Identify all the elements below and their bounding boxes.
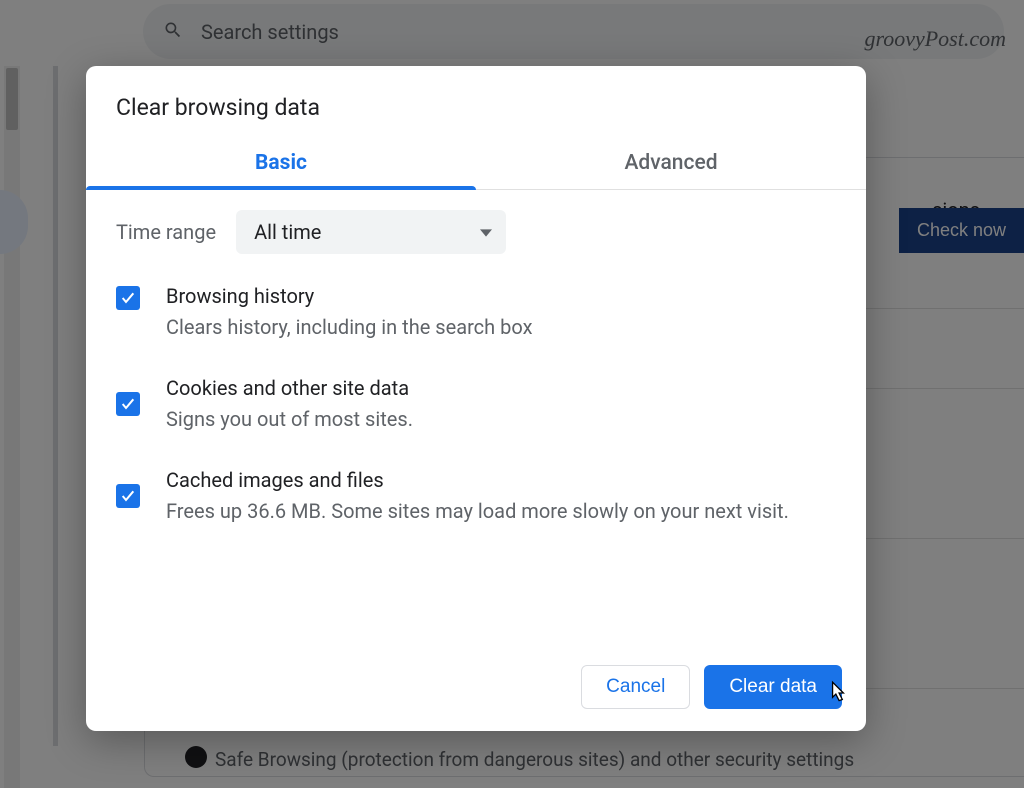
time-range-label: Time range	[116, 220, 216, 244]
tab-basic[interactable]: Basic	[86, 141, 476, 189]
option-cached: Cached images and files Frees up 36.6 MB…	[116, 468, 836, 526]
options-list: Browsing history Clears history, includi…	[116, 284, 836, 526]
clear-browsing-data-dialog: Clear browsing data Basic Advanced Time …	[86, 66, 866, 731]
time-range-row: Time range All time	[116, 210, 836, 254]
option-desc: Signs you out of most sites.	[166, 404, 836, 434]
dialog-tabs: Basic Advanced	[86, 141, 866, 190]
dialog-body: Time range All time Browsing history Cle…	[86, 190, 866, 647]
option-browsing-history: Browsing history Clears history, includi…	[116, 284, 836, 342]
time-range-value: All time	[254, 220, 321, 244]
option-title: Browsing history	[166, 284, 836, 308]
option-desc: Frees up 36.6 MB. Some sites may load mo…	[166, 496, 836, 526]
time-range-select[interactable]: All time	[236, 210, 506, 254]
option-cookies: Cookies and other site data Signs you ou…	[116, 376, 836, 434]
clear-data-button[interactable]: Clear data	[704, 665, 842, 709]
dialog-footer: Cancel Clear data	[86, 647, 866, 731]
cancel-button[interactable]: Cancel	[581, 665, 690, 709]
option-desc: Clears history, including in the search …	[166, 312, 836, 342]
dialog-title: Clear browsing data	[86, 66, 866, 141]
option-title: Cookies and other site data	[166, 376, 836, 400]
checkbox-cookies[interactable]	[116, 392, 140, 416]
tab-advanced[interactable]: Advanced	[476, 141, 866, 189]
chevron-down-icon	[480, 220, 492, 244]
option-title: Cached images and files	[166, 468, 836, 492]
checkbox-browsing-history[interactable]	[116, 286, 140, 310]
checkbox-cached[interactable]	[116, 484, 140, 508]
